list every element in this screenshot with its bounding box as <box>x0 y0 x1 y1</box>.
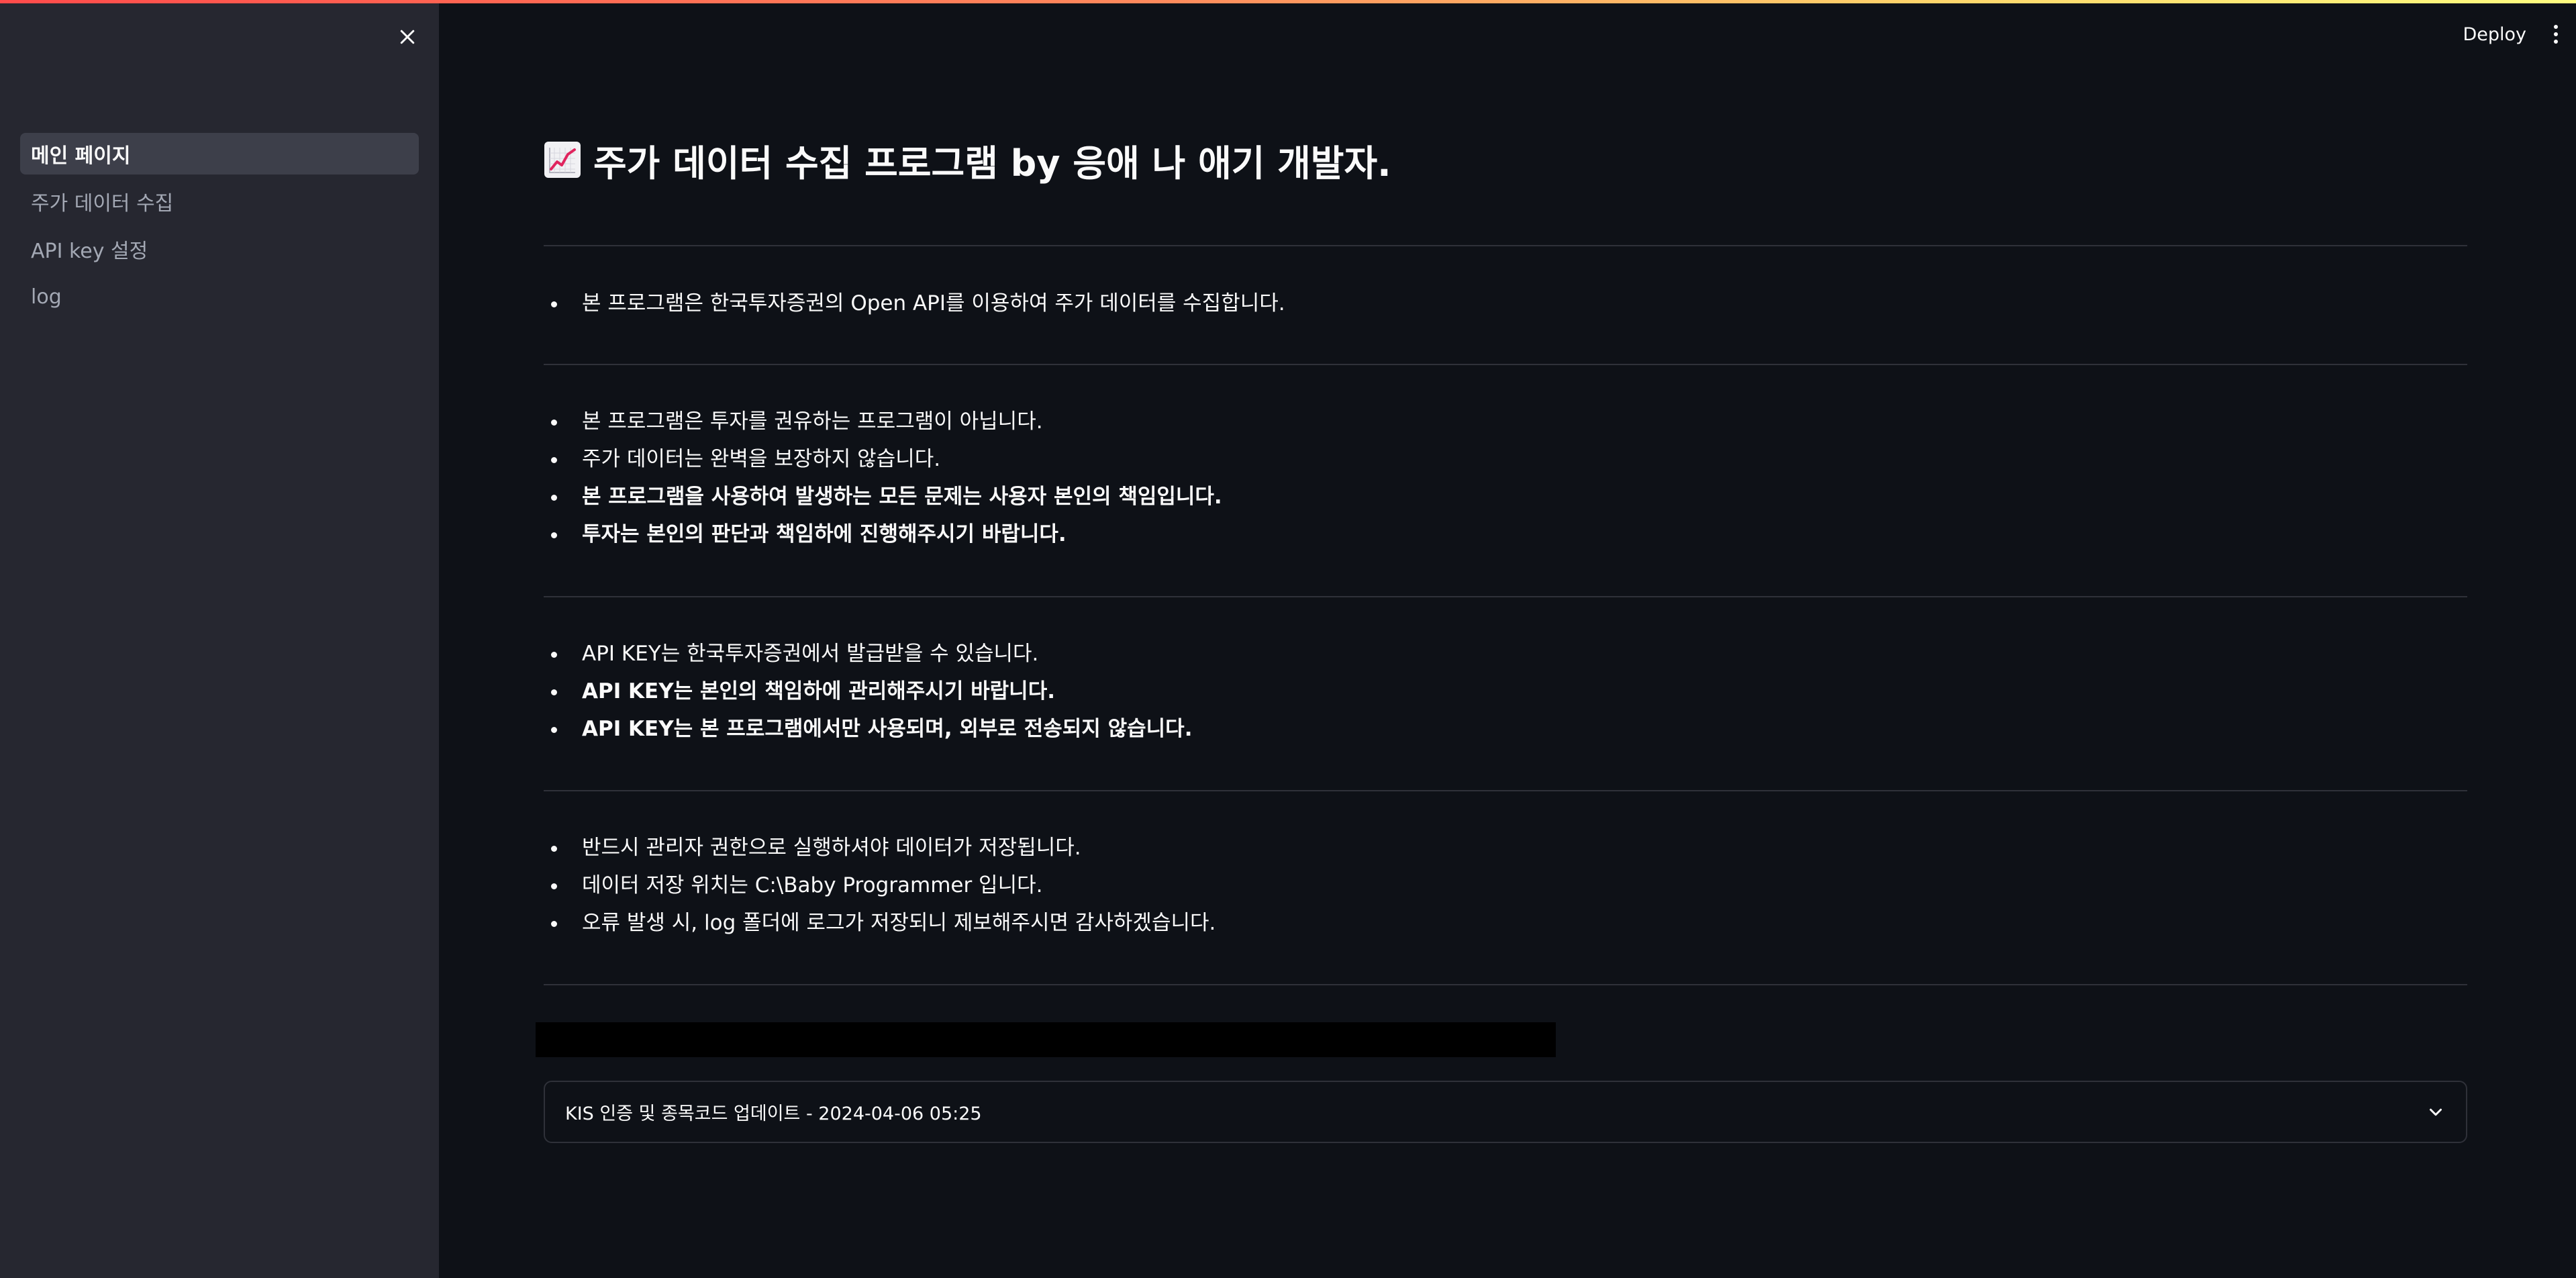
sidebar: 메인 페이지 주가 데이터 수집 API key 설정 log <box>0 0 439 1278</box>
sidebar-item-api-key[interactable]: API key 설정 <box>20 228 419 270</box>
deploy-button[interactable]: Deploy <box>2463 24 2526 45</box>
app-toolbar: Deploy <box>2463 20 2564 48</box>
list-item: API KEY는 한국투자증권에서 발급받을 수 있습니다. <box>544 635 2467 673</box>
divider <box>544 364 2467 365</box>
expander-label: KIS 인증 및 종목코드 업데이트 - 2024-04-06 05:25 <box>565 1103 982 1124</box>
list-item: 반드시 관리자 권한으로 실행하셔야 데이터가 저장됩니다. <box>544 829 2467 867</box>
intro-list: 본 프로그램은 한국투자증권의 Open API를 이용하여 주가 데이터를 수… <box>544 285 2467 322</box>
menu-dot-icon <box>2554 32 2558 36</box>
sidebar-nav: 메인 페이지 주가 데이터 수집 API key 설정 log <box>20 133 419 324</box>
sidebar-item-label: 메인 페이지 <box>31 144 131 168</box>
close-icon <box>400 30 415 44</box>
chart-increasing-icon <box>544 142 581 178</box>
list-item: 데이터 저장 위치는 C:\Baby Programmer 입니다. <box>544 867 2467 904</box>
kis-update-expander[interactable]: KIS 인증 및 종목코드 업데이트 - 2024-04-06 05:25 <box>544 1081 2467 1143</box>
menu-dot-icon <box>2554 25 2558 29</box>
list-item: 주가 데이터는 완벽을 보장하지 않습니다. <box>544 440 2467 478</box>
top-decoration-bar <box>0 0 2576 3</box>
page-header: 주가 데이터 수집 프로그램 by 응애 나 애기 개발자. <box>544 134 1391 185</box>
list-item: 오류 발생 시, log 폴더에 로그가 저장되니 제보해주시면 감사하겠습니다… <box>544 904 2467 942</box>
main-menu-button[interactable] <box>2548 20 2564 48</box>
list-item: 본 프로그램은 한국투자증권의 Open API를 이용하여 주가 데이터를 수… <box>544 285 2467 322</box>
divider <box>544 790 2467 791</box>
chevron-down-icon <box>2430 1108 2442 1116</box>
sidebar-item-log[interactable]: log <box>20 276 419 317</box>
list-item: API KEY는 본 프로그램에서만 사용되며, 외부로 전송되지 않습니다. <box>544 710 2467 748</box>
list-item: 투자는 본인의 판단과 책임하에 진행해주시기 바랍니다. <box>544 515 2467 553</box>
divider <box>544 984 2467 985</box>
api-key-list: API KEY는 한국투자증권에서 발급받을 수 있습니다. API KEY는 … <box>544 635 2467 748</box>
list-item: API KEY는 본인의 책임하에 관리해주시기 바랍니다. <box>544 673 2467 710</box>
notice-list: 반드시 관리자 권한으로 실행하셔야 데이터가 저장됩니다. 데이터 저장 위치… <box>544 829 2467 942</box>
list-item: 본 프로그램은 투자를 권유하는 프로그램이 아닙니다. <box>544 403 2467 440</box>
disclaimer-list: 본 프로그램은 투자를 권유하는 프로그램이 아닙니다. 주가 데이터는 완벽을… <box>544 403 2467 553</box>
list-item: 본 프로그램을 사용하여 발생하는 모든 문제는 사용자 본인의 책임입니다. <box>544 478 2467 515</box>
sidebar-item-label: log <box>31 285 62 309</box>
page-title: 주가 데이터 수집 프로그램 by 응애 나 애기 개발자. <box>593 142 1391 185</box>
menu-dot-icon <box>2554 40 2558 44</box>
sidebar-item-label: 주가 데이터 수집 <box>31 192 174 215</box>
divider <box>544 596 2467 597</box>
sidebar-item-label: API key 설정 <box>31 240 148 263</box>
sidebar-item-main-page[interactable]: 메인 페이지 <box>20 133 419 175</box>
sidebar-item-stock-data[interactable]: 주가 데이터 수집 <box>20 181 419 222</box>
redacted-block <box>536 1022 1556 1057</box>
divider <box>544 245 2467 246</box>
close-sidebar-button[interactable] <box>393 23 422 51</box>
